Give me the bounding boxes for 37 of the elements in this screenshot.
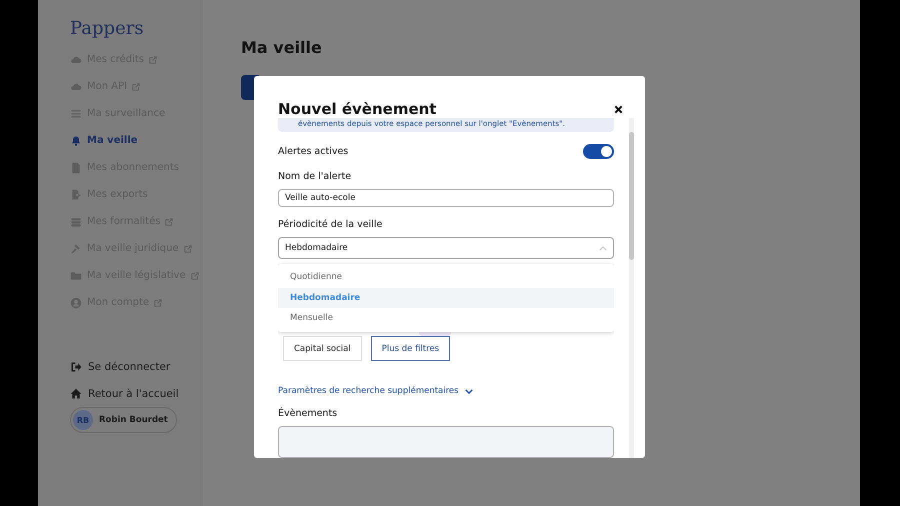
page-title: Ma veille xyxy=(241,38,323,57)
user-name: Robin Bourdet xyxy=(99,415,168,425)
chevron-down-icon xyxy=(464,388,473,394)
logo[interactable]: Pappers xyxy=(70,18,203,39)
field-label: Périodicité de la veille xyxy=(278,219,384,230)
dropdown-option[interactable]: Mensuelle xyxy=(278,308,614,328)
sidebar-item[interactable]: Ma veille xyxy=(70,132,203,149)
caret-icon xyxy=(599,246,607,250)
gavel-icon xyxy=(70,242,82,254)
avatar: RB xyxy=(73,410,93,430)
modal-title: Nouvel évènement xyxy=(278,100,436,118)
list-icon xyxy=(70,108,82,120)
dropdown-option[interactable]: Quotidienne xyxy=(278,267,614,288)
bell-icon xyxy=(70,134,82,146)
search-options-link[interactable]: Paramètres de recherche supplémentaires xyxy=(278,386,614,396)
input-field[interactable] xyxy=(278,426,614,458)
home-icon xyxy=(70,388,82,400)
logout-icon xyxy=(70,360,82,372)
export-icon xyxy=(70,188,82,200)
sidebar-link[interactable]: Retour à l'accueil xyxy=(70,385,203,402)
dropdown-option[interactable]: Hebdomadaire xyxy=(278,288,614,308)
stack-icon xyxy=(70,216,82,228)
sidebar-link[interactable]: Se déconnecter xyxy=(70,358,203,375)
document-icon xyxy=(70,162,82,174)
field-label: Évènements xyxy=(278,408,338,419)
user-chip[interactable]: RB Robin Bourdet xyxy=(70,407,177,433)
user-icon xyxy=(70,296,82,308)
field-label: Alertes actives xyxy=(278,146,348,157)
folder-icon xyxy=(70,270,82,282)
scrollbar[interactable] xyxy=(629,118,634,458)
scrollbar-thumb[interactable] xyxy=(629,132,634,260)
close-icon[interactable] xyxy=(614,104,623,114)
filter-button[interactable]: Capital social xyxy=(283,336,362,361)
field-label: Nom de l'alerte xyxy=(278,171,352,182)
select-field[interactable]: Hebdomadaire xyxy=(278,237,614,259)
toggle-switch[interactable] xyxy=(583,144,614,159)
input-field[interactable]: Veille auto-ecole xyxy=(278,189,614,207)
